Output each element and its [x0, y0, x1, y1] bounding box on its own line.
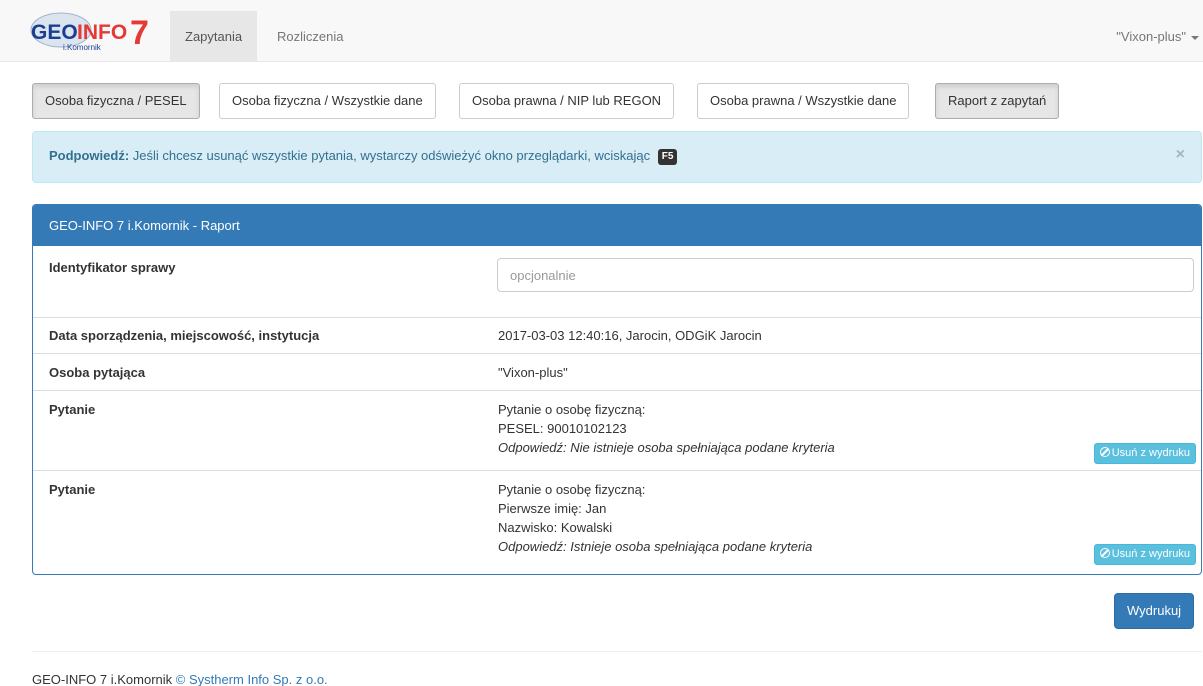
nav-tab-zapytania[interactable]: Zapytania: [170, 11, 258, 62]
geoinfo-logo[interactable]: GEO INFO 7 i.Komornik: [25, 10, 157, 54]
hint-body: Jeśli chcesz usunąć wszystkie pytania, w…: [129, 148, 651, 163]
person-value: "Vixon-plus": [498, 365, 568, 380]
question-line-1: Pytanie o osobę fizyczną:: [498, 482, 646, 497]
answer-label: Odpowiedź:: [498, 440, 567, 455]
panel-title: GEO-INFO 7 i.Komornik - Raport: [33, 205, 1201, 246]
row-date: Data sporządzenia, miejscowość, instytuc…: [33, 317, 1201, 353]
answer-text: Nie istnieje osoba spełniająca podane kr…: [566, 440, 835, 455]
print-button[interactable]: Wydrukuj: [1114, 593, 1195, 629]
footer: GEO-INFO 7 i.Komornik © Systherm Info Sp…: [32, 672, 328, 686]
btn-osoba-prawna-wszystkie[interactable]: Osoba prawna / Wszystkie dane: [697, 83, 910, 119]
hint-alert: Podpowiedź: Jeśli chcesz usunąć wszystki…: [32, 131, 1202, 183]
answer-label: Odpowiedź:: [498, 539, 567, 554]
f5-key-badge: F5: [657, 149, 678, 165]
question-line-3: Nazwisko: Kowalski: [498, 520, 613, 535]
row-question-1: Pytanie Pytanie o osobę fizyczną: PESEL:…: [33, 390, 1201, 470]
person-label: Osoba pytająca: [49, 365, 146, 380]
question-answer: Odpowiedź: Nie istnieje osoba spełniając…: [498, 438, 835, 457]
caret-down-icon: [1191, 35, 1199, 40]
question-content: Pytanie o osobę fizyczną: Pierwsze imię:…: [498, 480, 812, 556]
hint-strong: Podpowiedź:: [49, 148, 130, 163]
top-navbar: GEO INFO 7 i.Komornik Zapytania Rozlicze…: [0, 0, 1203, 62]
svg-text:INFO: INFO: [77, 21, 127, 44]
report-panel: GEO-INFO 7 i.Komornik - Raport Identyfik…: [32, 204, 1202, 575]
question-content: Pytanie o osobę fizyczną: PESEL: 9001010…: [498, 400, 835, 457]
question-label: Pytanie: [49, 402, 96, 417]
answer-text: Istnieje osoba spełniająca podane kryter…: [566, 539, 813, 554]
nav-tab-rozliczenia[interactable]: Rozliczenia: [262, 11, 358, 62]
footer-link[interactable]: © Systherm Info Sp. z o.o.: [176, 672, 328, 686]
row-question-2: Pytanie Pytanie o osobę fizyczną: Pierws…: [33, 470, 1201, 574]
ban-icon: [1099, 447, 1110, 457]
svg-text:i.Komornik: i.Komornik: [63, 43, 102, 52]
btn-osoba-fizyczna-pesel[interactable]: Osoba fizyczna / PESEL: [32, 83, 200, 119]
case-id-input[interactable]: [497, 258, 1194, 292]
footer-divider: [32, 651, 1202, 652]
btn-osoba-fizyczna-wszystkie[interactable]: Osoba fizyczna / Wszystkie dane: [219, 83, 436, 119]
remove-label: Usuń z wydruku: [1111, 447, 1190, 459]
user-name: "Vixon-plus": [1116, 29, 1186, 44]
remove-label: Usuń z wydruku: [1111, 548, 1190, 560]
question-line-2: Pierwsze imię: Jan: [498, 501, 607, 516]
row-person: Osoba pytająca "Vixon-plus": [33, 353, 1201, 390]
hint-text: Podpowiedź: Jeśli chcesz usunąć wszystki…: [49, 148, 678, 165]
case-id-label: Identyfikator sprawy: [49, 260, 176, 275]
question-line-2: PESEL: 90010102123: [498, 421, 627, 436]
footer-text: GEO-INFO 7 i.Komornik: [32, 672, 176, 686]
btn-osoba-prawna-nip[interactable]: Osoba prawna / NIP lub REGON: [459, 83, 675, 119]
svg-text:7: 7: [130, 14, 149, 52]
svg-text:GEO: GEO: [31, 21, 78, 44]
close-icon[interactable]: ×: [1176, 146, 1185, 164]
question-answer: Odpowiedź: Istnieje osoba spełniająca po…: [498, 537, 812, 556]
btn-raport-z-zapytan[interactable]: Raport z zapytań: [935, 83, 1060, 119]
date-value: 2017-03-03 12:40:16, Jarocin, ODGiK Jaro…: [498, 328, 762, 343]
question-label: Pytanie: [49, 482, 96, 497]
ban-icon: [1099, 548, 1110, 558]
question-line-1: Pytanie o osobę fizyczną:: [498, 402, 646, 417]
row-case-id: Identyfikator sprawy: [33, 246, 1201, 317]
remove-from-print-button[interactable]: Usuń z wydruku: [1093, 544, 1196, 565]
remove-from-print-button[interactable]: Usuń z wydruku: [1093, 443, 1196, 464]
user-menu[interactable]: "Vixon-plus": [1116, 11, 1199, 62]
date-label: Data sporządzenia, miejscowość, instytuc…: [49, 328, 320, 343]
